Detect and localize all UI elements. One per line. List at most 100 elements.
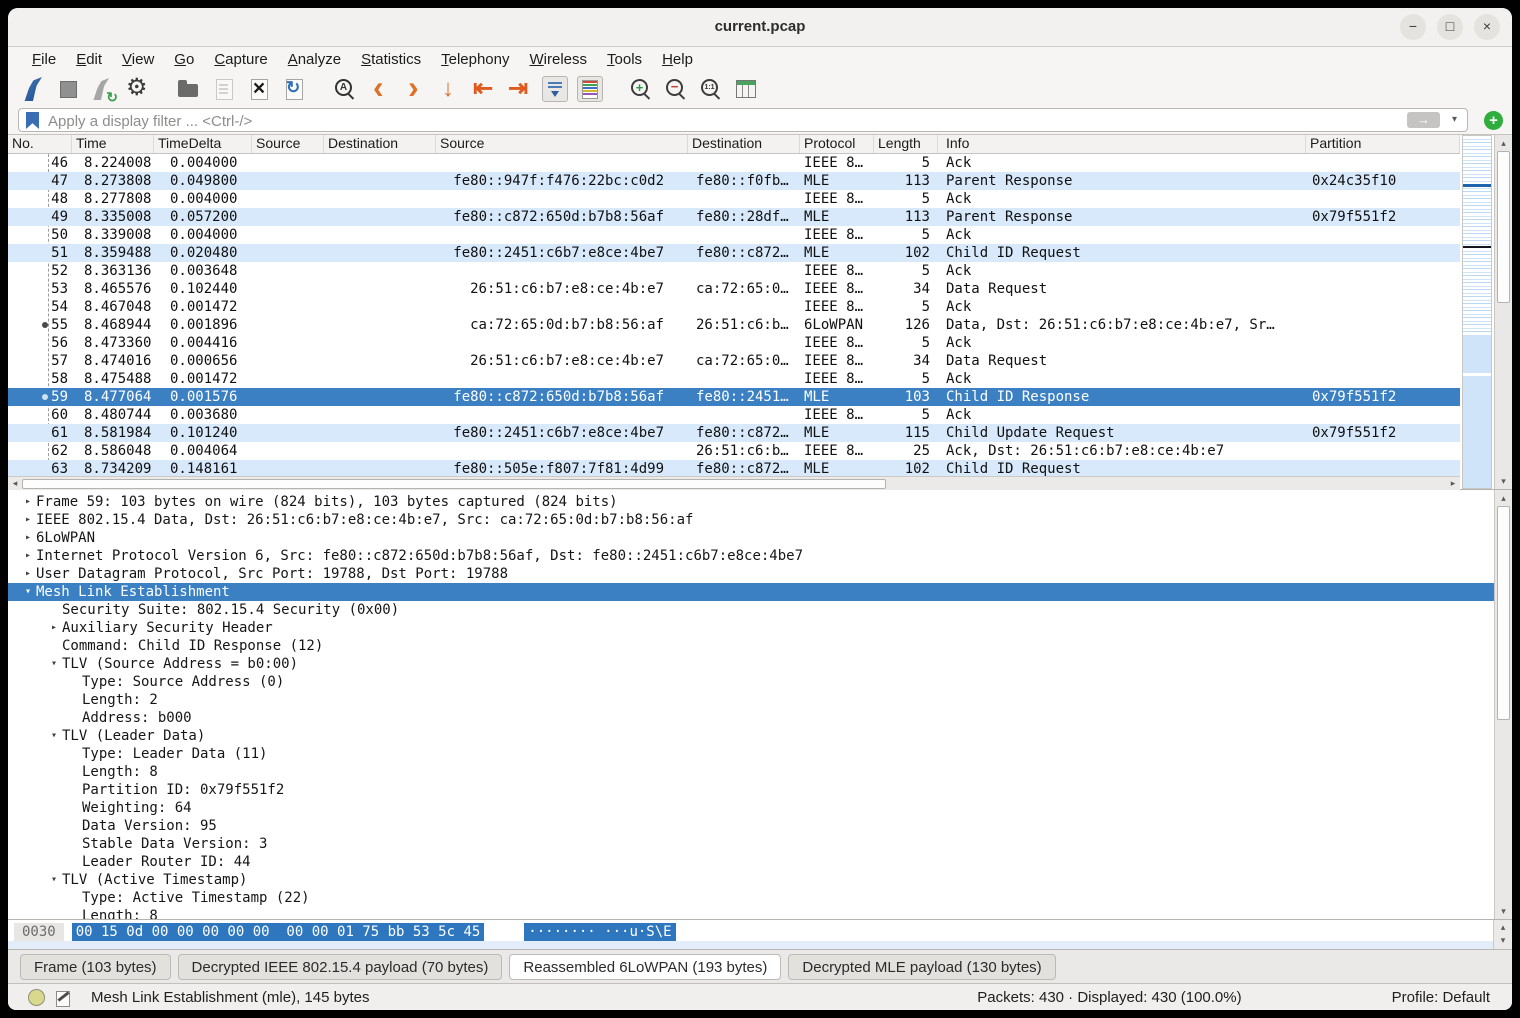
detail-row[interactable]: ▾ TLV (Leader Data) <box>8 727 1494 745</box>
menu-item[interactable]: File <box>22 51 66 68</box>
packet-list-minimap[interactable] <box>1462 135 1492 489</box>
detail-row[interactable]: Length: 8 <box>8 907 1494 919</box>
byte-source-tab[interactable]: Reassembled 6LoWPAN (193 bytes) <box>509 954 781 980</box>
detail-row[interactable]: ▸ User Datagram Protocol, Src Port: 1978… <box>8 565 1494 583</box>
scroll-right-icon[interactable]: ▸ <box>1446 477 1460 490</box>
detail-row[interactable]: ▾ TLV (Source Address = b0:00) <box>8 655 1494 673</box>
expand-arrow-icon[interactable]: ▸ <box>20 529 36 547</box>
column-header[interactable]: Time <box>72 135 154 153</box>
expand-arrow-icon[interactable] <box>66 745 82 763</box>
previous-packet-icon[interactable] <box>367 76 393 102</box>
expand-arrow-icon[interactable] <box>46 637 62 655</box>
reload-file-icon[interactable] <box>281 76 307 102</box>
packet-row[interactable]: 61 8.581984 0.101240 fe80::2451:c6b7:e8c… <box>8 424 1460 442</box>
titlebar[interactable]: current.pcap −□× <box>8 8 1512 47</box>
detail-row[interactable]: ▸ IEEE 802.15.4 Data, Dst: 26:51:c6:b7:e… <box>8 511 1494 529</box>
goto-packet-icon[interactable] <box>437 76 463 102</box>
save-file-icon[interactable] <box>211 76 237 102</box>
expand-arrow-icon[interactable] <box>66 889 82 907</box>
resize-columns-icon[interactable] <box>733 76 759 102</box>
detail-row[interactable]: Type: Active Timestamp (22) <box>8 889 1494 907</box>
packet-row[interactable]: 49 8.335008 0.057200 fe80::c872:650d:b7b… <box>8 208 1460 226</box>
expand-arrow-icon[interactable]: ▾ <box>46 727 62 745</box>
packet-row[interactable]: 51 8.359488 0.020480 fe80::2451:c6b7:e8c… <box>8 244 1460 262</box>
column-header[interactable]: Info <box>938 135 1306 153</box>
expand-arrow-icon[interactable]: ▾ <box>46 655 62 673</box>
scroll-down-icon[interactable]: ▾ <box>1495 904 1512 918</box>
profile-status[interactable]: Profile: Default <box>1392 989 1490 1006</box>
column-header[interactable]: No. <box>8 135 72 153</box>
expand-arrow-icon[interactable]: ▸ <box>20 511 36 529</box>
menu-item[interactable]: Help <box>652 51 703 68</box>
expand-arrow-icon[interactable] <box>66 709 82 727</box>
bookmark-icon[interactable] <box>26 112 39 129</box>
detail-row[interactable]: Length: 2 <box>8 691 1494 709</box>
vscroll-thumb[interactable] <box>1497 151 1510 303</box>
menu-item[interactable]: Tools <box>597 51 652 68</box>
expand-arrow-icon[interactable]: ▸ <box>20 565 36 583</box>
expand-arrow-icon[interactable]: ▸ <box>20 547 36 565</box>
scroll-down-icon[interactable]: ▾ <box>1494 933 1512 947</box>
expand-arrow-icon[interactable] <box>66 691 82 709</box>
packet-row[interactable]: 47 8.273808 0.049800 fe80::947f:f476:22b… <box>8 172 1460 190</box>
zoom-in-icon[interactable] <box>628 76 654 102</box>
capture-comment-icon[interactable] <box>55 990 71 1006</box>
detail-row[interactable]: Leader Router ID: 44 <box>8 853 1494 871</box>
detail-row[interactable]: ▸ Frame 59: 103 bytes on wire (824 bits)… <box>8 493 1494 511</box>
expand-arrow-icon[interactable] <box>66 799 82 817</box>
packet-row[interactable]: 50 8.339008 0.004000 IEEE 8… 5 Ack <box>8 226 1460 244</box>
apply-filter-button[interactable]: → <box>1407 112 1440 128</box>
first-packet-icon[interactable] <box>472 76 498 102</box>
expand-arrow-icon[interactable]: ▾ <box>46 871 62 889</box>
column-header[interactable]: Destination <box>688 135 800 153</box>
detail-row[interactable]: Address: b000 <box>8 709 1494 727</box>
detail-row[interactable]: ▾ Mesh Link Establishment <box>8 583 1494 601</box>
detail-row[interactable]: ▸ 6LoWPAN <box>8 529 1494 547</box>
menu-item[interactable]: Capture <box>204 51 277 68</box>
menu-item[interactable]: Telephony <box>431 51 519 68</box>
packet-row[interactable]: 60 8.480744 0.003680 IEEE 8… 5 Ack <box>8 406 1460 424</box>
detail-row[interactable]: ▸ Internet Protocol Version 6, Src: fe80… <box>8 547 1494 565</box>
expand-arrow-icon[interactable] <box>46 601 62 619</box>
start-capture-icon[interactable] <box>20 76 46 102</box>
expand-arrow-icon[interactable] <box>66 835 82 853</box>
packet-row[interactable]: 59 8.477064 0.001576 fe80::c872:650d:b7b… <box>8 388 1460 406</box>
packet-row[interactable]: 55 8.468944 0.001896 ca:72:65:0d:b7:b8:5… <box>8 316 1460 334</box>
column-header[interactable]: Length <box>874 135 938 153</box>
byte-source-tab[interactable]: Decrypted IEEE 802.15.4 payload (70 byte… <box>178 954 503 980</box>
expand-arrow-icon[interactable] <box>66 781 82 799</box>
expand-arrow-icon[interactable] <box>66 907 82 919</box>
vscroll-thumb[interactable] <box>1497 506 1510 720</box>
expand-arrow-icon[interactable] <box>66 853 82 871</box>
packet-row[interactable]: 62 8.586048 0.004064 26:51:c6:b… IEEE 8…… <box>8 442 1460 460</box>
scroll-up-icon[interactable]: ▴ <box>1495 136 1512 150</box>
expand-arrow-icon[interactable] <box>66 763 82 781</box>
display-filter-field[interactable]: → ▾ <box>18 108 1468 132</box>
last-packet-icon[interactable] <box>507 76 533 102</box>
packet-row[interactable]: 53 8.465576 0.102440 26:51:c6:b7:e8:ce:4… <box>8 280 1460 298</box>
column-header[interactable]: Partition <box>1306 135 1460 153</box>
expand-arrow-icon[interactable] <box>66 817 82 835</box>
detail-row[interactable]: Type: Source Address (0) <box>8 673 1494 691</box>
packet-list-vscrollbar[interactable]: ▴ ▾ <box>1494 135 1512 489</box>
byte-source-tab[interactable]: Frame (103 bytes) <box>20 954 171 980</box>
close-button[interactable]: × <box>1474 14 1500 40</box>
column-header[interactable]: Destination <box>324 135 436 153</box>
expert-info-icon[interactable] <box>28 989 45 1006</box>
open-file-icon[interactable] <box>176 76 202 102</box>
column-header[interactable]: Source <box>436 135 688 153</box>
detail-row[interactable]: ▾ TLV (Active Timestamp) <box>8 871 1494 889</box>
packet-row[interactable]: 58 8.475488 0.001472 IEEE 8… 5 Ack <box>8 370 1460 388</box>
detail-row[interactable]: ▸ Auxiliary Security Header <box>8 619 1494 637</box>
packet-row[interactable]: 63 8.734209 0.148161 fe80::505e:f807:7f8… <box>8 460 1460 476</box>
detail-row[interactable]: Weighting: 64 <box>8 799 1494 817</box>
column-header[interactable]: Protocol <box>800 135 874 153</box>
detail-row[interactable]: Partition ID: 0x79f551f2 <box>8 781 1494 799</box>
scroll-up-icon[interactable]: ▴ <box>1495 491 1512 505</box>
hex-vscrollbar[interactable]: ▴ ▾ <box>1493 920 1512 949</box>
minimize-button[interactable]: − <box>1400 14 1426 40</box>
menu-item[interactable]: Wireless <box>520 51 598 68</box>
menu-item[interactable]: Edit <box>66 51 112 68</box>
packet-list-hscrollbar[interactable]: ◂ ▸ <box>8 476 1460 490</box>
packet-row[interactable]: 52 8.363136 0.003648 IEEE 8… 5 Ack <box>8 262 1460 280</box>
